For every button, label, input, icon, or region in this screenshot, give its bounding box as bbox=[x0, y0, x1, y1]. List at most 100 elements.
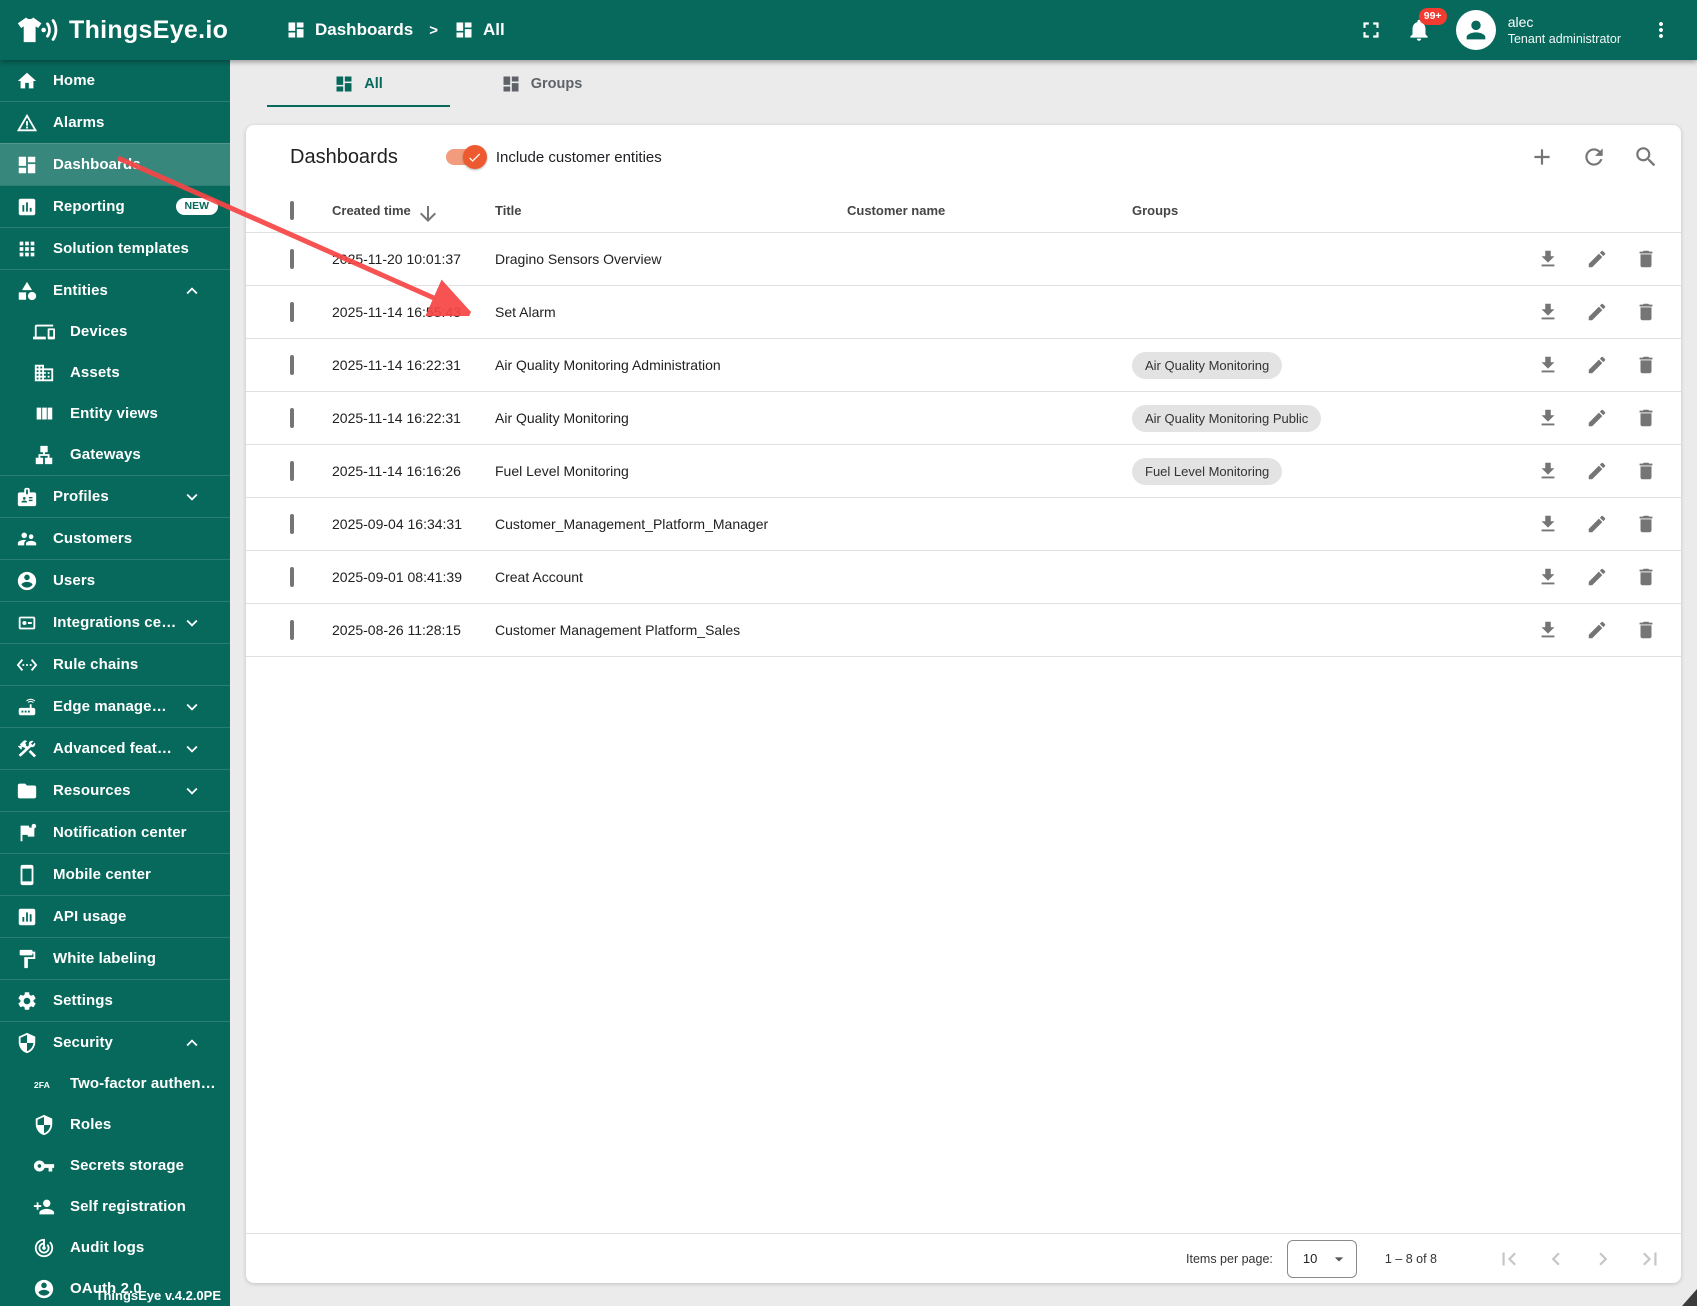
export-dashboard-button[interactable] bbox=[1537, 619, 1559, 641]
export-dashboard-button[interactable] bbox=[1537, 513, 1559, 535]
export-dashboard-button[interactable] bbox=[1537, 301, 1559, 323]
export-dashboard-button[interactable] bbox=[1537, 354, 1559, 376]
table-row[interactable]: 2025-11-14 16:22:31 Air Quality Monitorin… bbox=[246, 392, 1681, 445]
table-row[interactable]: 2025-09-04 16:34:31 Customer_Management_P… bbox=[246, 498, 1681, 551]
sidebar-item-profiles[interactable]: Profiles bbox=[0, 475, 230, 517]
column-created-time[interactable]: Created time bbox=[332, 202, 495, 222]
user-menu[interactable]: alec Tenant administrator bbox=[1508, 13, 1621, 47]
avatar[interactable] bbox=[1455, 10, 1496, 50]
edit-dashboard-button[interactable] bbox=[1586, 407, 1608, 429]
sidebar-item-entities[interactable]: Entities bbox=[0, 269, 230, 311]
delete-dashboard-button[interactable] bbox=[1635, 301, 1657, 323]
tab-all[interactable]: All bbox=[267, 60, 450, 107]
sidebar-item-home[interactable]: Home bbox=[0, 60, 230, 101]
sidebar-item-settings[interactable]: Settings bbox=[0, 979, 230, 1021]
export-dashboard-button[interactable] bbox=[1537, 407, 1559, 429]
edit-dashboard-button[interactable] bbox=[1586, 248, 1608, 270]
sidebar-item-users[interactable]: Users bbox=[0, 559, 230, 601]
sidebar-item-customers[interactable]: Customers bbox=[0, 517, 230, 559]
edit-dashboard-button[interactable] bbox=[1586, 354, 1608, 376]
edit-dashboard-button[interactable] bbox=[1586, 460, 1608, 482]
edit-dashboard-button[interactable] bbox=[1586, 619, 1608, 641]
row-checkbox[interactable] bbox=[290, 249, 294, 269]
sidebar-item-alarms[interactable]: Alarms bbox=[0, 101, 230, 143]
group-chip[interactable]: Air Quality Monitoring bbox=[1132, 351, 1283, 379]
fullscreen-button[interactable] bbox=[1358, 17, 1384, 43]
export-dashboard-button[interactable] bbox=[1537, 248, 1559, 270]
next-page-button[interactable] bbox=[1590, 1246, 1616, 1272]
sidebar-item-advanced-features[interactable]: Advanced features bbox=[0, 727, 230, 769]
edit-dashboard-button[interactable] bbox=[1586, 566, 1608, 588]
group-chip[interactable]: Air Quality Monitoring Public bbox=[1132, 404, 1322, 432]
table-row[interactable]: 2025-09-01 08:41:39 Creat Account bbox=[246, 551, 1681, 604]
group-chip[interactable]: Fuel Level Monitoring bbox=[1132, 457, 1283, 485]
sidebar-item-white-labeling[interactable]: White labeling bbox=[0, 937, 230, 979]
refresh-icon bbox=[1585, 148, 1603, 166]
select-all-checkbox[interactable] bbox=[290, 201, 294, 220]
table-row[interactable]: 2025-11-14 16:22:31 Air Quality Monitorin… bbox=[246, 339, 1681, 392]
delete-dashboard-button[interactable] bbox=[1635, 407, 1657, 429]
row-checkbox[interactable] bbox=[290, 408, 294, 428]
edit-dashboard-button[interactable] bbox=[1586, 301, 1608, 323]
row-checkbox[interactable] bbox=[290, 302, 294, 322]
row-checkbox[interactable] bbox=[290, 355, 294, 375]
sidebar-item-roles[interactable]: Roles bbox=[0, 1104, 230, 1145]
sidebar-item-security[interactable]: Security bbox=[0, 1021, 230, 1063]
sidebar-item-devices[interactable]: Devices bbox=[0, 311, 230, 352]
export-dashboard-button[interactable] bbox=[1537, 566, 1559, 588]
first-page-button[interactable] bbox=[1496, 1246, 1522, 1272]
sidebar-item-resources[interactable]: Resources bbox=[0, 769, 230, 811]
sidebar-item-dashboards[interactable]: Dashboards bbox=[0, 143, 230, 185]
row-checkbox[interactable] bbox=[290, 514, 294, 534]
sidebar-item-self-registration[interactable]: Self registration bbox=[0, 1186, 230, 1227]
delete-dashboard-button[interactable] bbox=[1635, 460, 1657, 482]
delete-dashboard-button[interactable] bbox=[1635, 248, 1657, 270]
notifications-button[interactable]: 99+ bbox=[1406, 8, 1447, 43]
column-customer-name[interactable]: Customer name bbox=[847, 203, 1132, 218]
items-per-page-select[interactable]: 10 bbox=[1286, 1239, 1357, 1278]
row-checkbox[interactable] bbox=[290, 461, 294, 481]
edit-icon bbox=[1588, 462, 1606, 480]
sidebar-item-two-factor-authenticati[interactable]: 2FA Two-factor authenticati… bbox=[0, 1063, 230, 1104]
more-menu-button[interactable] bbox=[1649, 18, 1673, 42]
last-page-button[interactable] bbox=[1637, 1246, 1663, 1272]
breadcrumb-dashboards[interactable]: Dashboards bbox=[286, 20, 413, 40]
row-checkbox[interactable] bbox=[290, 567, 294, 587]
delete-dashboard-button[interactable] bbox=[1635, 619, 1657, 641]
sidebar-item-api-usage[interactable]: API usage bbox=[0, 895, 230, 937]
search-button[interactable] bbox=[1633, 144, 1659, 170]
sidebar-item-rule-chains[interactable]: Rule chains bbox=[0, 643, 230, 685]
sidebar-item-assets[interactable]: Assets bbox=[0, 352, 230, 393]
tab-groups[interactable]: Groups bbox=[450, 60, 633, 107]
sidebar-item-edge-management[interactable]: Edge management bbox=[0, 685, 230, 727]
user-role: Tenant administrator bbox=[1507, 31, 1621, 46]
edit-dashboard-button[interactable] bbox=[1586, 513, 1608, 535]
sidebar-item-mobile-center[interactable]: Mobile center bbox=[0, 853, 230, 895]
add-dashboard-button[interactable] bbox=[1529, 144, 1555, 170]
app-logo[interactable]: ThingsEye.io bbox=[0, 14, 232, 46]
include-customer-entities-toggle[interactable]: Include customer entities bbox=[445, 145, 662, 169]
breadcrumb-all[interactable]: All bbox=[454, 20, 505, 40]
refresh-button[interactable] bbox=[1581, 144, 1607, 170]
row-checkbox[interactable] bbox=[290, 620, 294, 640]
previous-page-button[interactable] bbox=[1543, 1246, 1569, 1272]
export-dashboard-button[interactable] bbox=[1537, 460, 1559, 482]
sidebar-item-audit-logs[interactable]: Audit logs bbox=[0, 1227, 230, 1268]
sidebar-item-label: Solution templates bbox=[53, 240, 189, 257]
table-row[interactable]: 2025-11-20 10:01:37 Dragino Sensors Overv… bbox=[246, 233, 1681, 286]
sidebar-item-reporting[interactable]: Reporting NEW bbox=[0, 185, 230, 227]
sidebar-item-entity-views[interactable]: Entity views bbox=[0, 393, 230, 434]
sidebar-item-gateways[interactable]: Gateways bbox=[0, 434, 230, 475]
delete-dashboard-button[interactable] bbox=[1635, 354, 1657, 376]
delete-dashboard-button[interactable] bbox=[1635, 513, 1657, 535]
sidebar-item-solution-templates[interactable]: Solution templates bbox=[0, 227, 230, 269]
sidebar-item-notification-center[interactable]: Notification center bbox=[0, 811, 230, 853]
sidebar-item-label: Resources bbox=[53, 782, 131, 799]
sidebar-item-integrations-center[interactable]: Integrations center bbox=[0, 601, 230, 643]
table-row[interactable]: 2025-08-26 11:28:15 Customer Management P… bbox=[246, 604, 1681, 657]
delete-dashboard-button[interactable] bbox=[1635, 566, 1657, 588]
column-title[interactable]: Title bbox=[495, 203, 847, 218]
table-row[interactable]: 2025-11-14 16:16:26 Fuel Level Monitoring… bbox=[246, 445, 1681, 498]
table-row[interactable]: 2025-11-14 16:55:43 Set Alarm bbox=[246, 286, 1681, 339]
sidebar-item-secrets-storage[interactable]: Secrets storage bbox=[0, 1145, 230, 1186]
